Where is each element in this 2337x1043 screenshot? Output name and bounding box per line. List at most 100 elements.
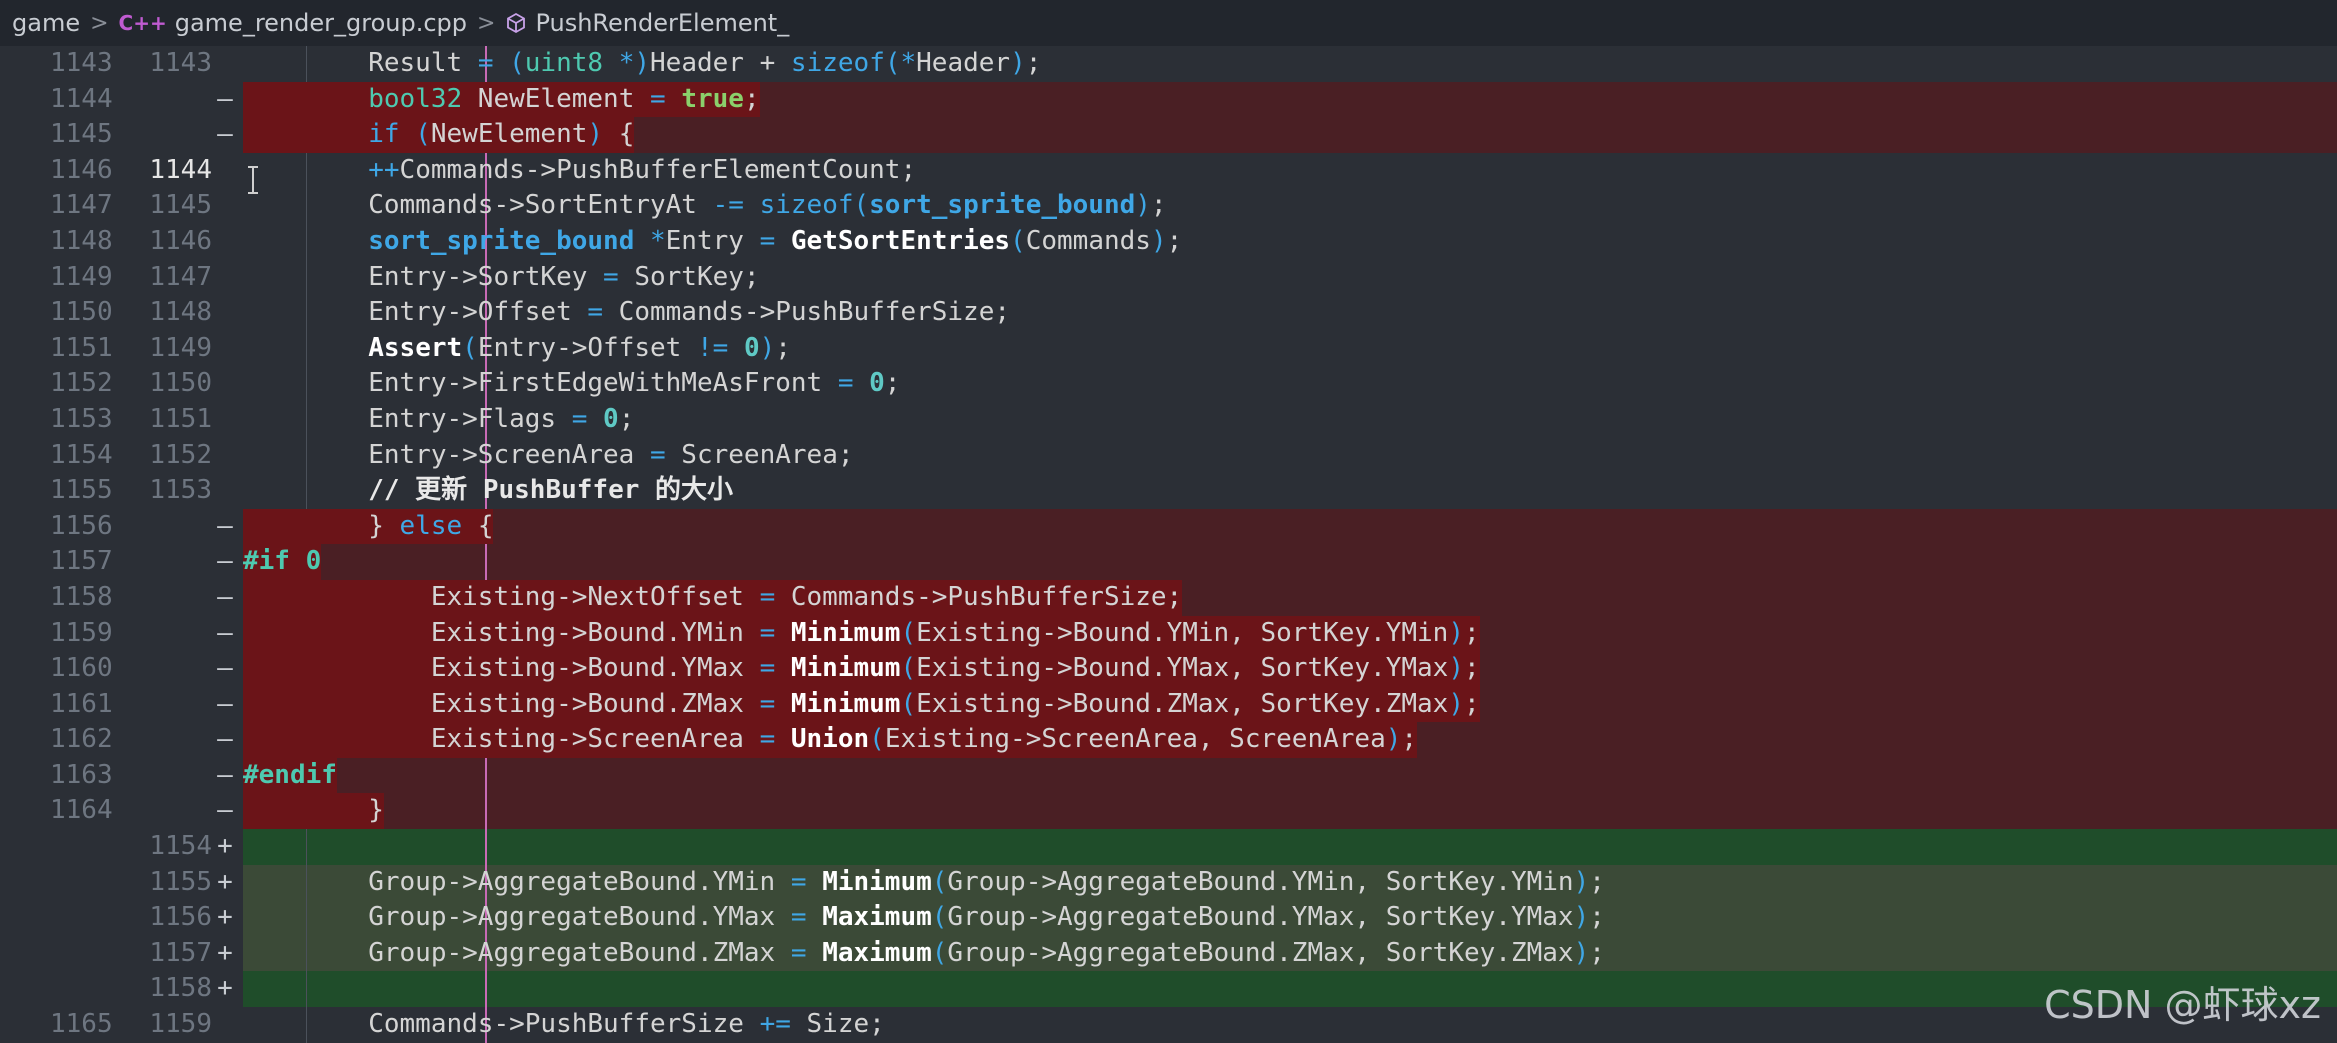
- diff-line[interactable]: 1152 1150 Entry->FirstEdgeWithMeAsFront =…: [0, 366, 2337, 402]
- code-area[interactable]: Existing->Bound.YMin = Minimum(Existing-…: [243, 615, 2337, 652]
- code-area[interactable]: // 更新 PushBuffer 的大小: [243, 473, 2337, 509]
- code-text: Existing->NextOffset = Commands->PushBuf…: [243, 579, 1183, 616]
- diff-line[interactable]: 1154 1152 Entry->ScreenArea = ScreenArea;: [0, 437, 2337, 474]
- modified-line-number: [130, 544, 212, 580]
- code-area[interactable]: Group->AggregateBound.YMax = Maximum(Gro…: [243, 900, 2337, 936]
- modified-line-number: 1146: [149, 225, 212, 256]
- code-text: Result = (uint8 *)Header + sizeof(*Heade…: [243, 48, 1042, 78]
- diff-line[interactable]: 1153 1151 Entry->Flags = 0;: [0, 401, 2337, 438]
- code-area[interactable]: if (NewElement) {: [243, 117, 2337, 153]
- code-area[interactable]: Existing->NextOffset = Commands->PushBuf…: [243, 579, 2337, 616]
- code-area[interactable]: Group->AggregateBound.ZMax = Maximum(Gro…: [243, 935, 2337, 972]
- code-area[interactable]: Existing->Bound.ZMax = Minimum(Existing-…: [243, 686, 2337, 723]
- diff-line[interactable]: 1144 — bool32 NewElement = true;: [0, 81, 2337, 118]
- code-area[interactable]: [243, 971, 2337, 1008]
- diff-line[interactable]: 1159 — Existing->Bound.YMin = Minimum(Exi…: [0, 615, 2337, 652]
- diff-line[interactable]: 1150 1148 Entry->Offset = Commands->PushB…: [0, 295, 2337, 331]
- diff-line[interactable]: 1157 — #if 0: [0, 544, 2337, 580]
- modified-line-number: [130, 758, 212, 794]
- breadcrumb-symbol[interactable]: PushRenderElement_: [535, 9, 789, 37]
- diff-line[interactable]: 1156 + Group->AggregateBound.YMax = Maxim…: [0, 900, 2337, 936]
- change-bar: [485, 544, 487, 580]
- original-line-number: 1161: [50, 688, 113, 719]
- diff-line[interactable]: 1155 + Group->AggregateBound.YMin = Minim…: [0, 864, 2337, 901]
- diff-line[interactable]: 1161 — Existing->Bound.ZMax = Minimum(Exi…: [0, 686, 2337, 723]
- code-area[interactable]: Existing->Bound.YMax = Minimum(Existing-…: [243, 651, 2337, 687]
- removed-marker: —: [217, 83, 233, 114]
- original-line-number: 1152: [50, 368, 113, 399]
- diff-line[interactable]: 1158 — Existing->NextOffset = Commands->P…: [0, 579, 2337, 616]
- code-area[interactable]: Entry->Flags = 0;: [243, 401, 2337, 438]
- diff-line[interactable]: 1147 1145 Commands->SortEntryAt -= sizeof…: [0, 188, 2337, 224]
- code-area[interactable]: bool32 NewElement = true;: [243, 81, 2337, 118]
- code-text: Entry->Flags = 0;: [243, 403, 635, 434]
- diff-line[interactable]: 1160 — Existing->Bound.YMax = Minimum(Exi…: [0, 651, 2337, 687]
- gutter: [0, 117, 50, 153]
- code-area[interactable]: Entry->Offset = Commands->PushBufferSize…: [243, 295, 2337, 331]
- code-area[interactable]: Commands->PushBufferSize += Size;: [243, 1007, 2337, 1043]
- gutter: [0, 829, 50, 865]
- code-area[interactable]: Existing->ScreenArea = Union(Existing->S…: [243, 722, 2337, 758]
- code-text: #if 0: [243, 544, 322, 580]
- diff-line[interactable]: 1165 1159 Commands->PushBufferSize += Siz…: [0, 1007, 2337, 1043]
- original-line-number: 1158: [50, 581, 113, 612]
- diff-line[interactable]: 1145 — if (NewElement) {: [0, 117, 2337, 153]
- gutter: [0, 793, 50, 830]
- code-area[interactable]: Assert(Entry->Offset != 0);: [243, 330, 2337, 367]
- code-area[interactable]: } else {: [243, 508, 2337, 545]
- original-line-number: 1150: [50, 297, 113, 328]
- code-area[interactable]: ++Commands->PushBufferElementCount;: [243, 152, 2337, 189]
- diff-line[interactable]: 1154 +: [0, 829, 2337, 865]
- diff-editor[interactable]: 1143 1143 Result = (uint8 *)Header + size…: [0, 46, 2337, 1043]
- diff-line[interactable]: 1164 — }: [0, 793, 2337, 830]
- diff-line[interactable]: 1163 — #endif: [0, 757, 2337, 794]
- diff-line[interactable]: 1143 1143 Result = (uint8 *)Header + size…: [0, 46, 2337, 82]
- diff-line[interactable]: 1162 — Existing->ScreenArea = Union(Exist…: [0, 722, 2337, 758]
- gutter: [0, 651, 50, 687]
- code-area[interactable]: [243, 829, 2337, 865]
- cpp-file-icon: C++: [118, 11, 167, 35]
- original-line-number: 1154: [50, 439, 113, 470]
- code-area[interactable]: #if 0: [243, 544, 2337, 580]
- symbol-method-icon: [505, 12, 527, 34]
- breadcrumb-folder[interactable]: game: [12, 9, 80, 37]
- code-area[interactable]: Result = (uint8 *)Header + sizeof(*Heade…: [243, 46, 2337, 82]
- code-area[interactable]: Entry->SortKey = SortKey;: [243, 259, 2337, 296]
- diff-line[interactable]: 1158 +: [0, 971, 2337, 1008]
- modified-line-number: [130, 651, 212, 687]
- original-line-number: [50, 971, 112, 1007]
- code-text: ++Commands->PushBufferElementCount;: [368, 154, 917, 185]
- code-text: Entry->FirstEdgeWithMeAsFront = 0;: [243, 368, 901, 399]
- code-area[interactable]: }: [243, 793, 2337, 830]
- code-area[interactable]: #endif: [243, 757, 2337, 794]
- code-text: Existing->Bound.YMax = Minimum(Existing-…: [243, 651, 1480, 687]
- code-area[interactable]: Commands->SortEntryAt -= sizeof(sort_spr…: [243, 188, 2337, 224]
- modified-line-number: 1151: [149, 403, 212, 434]
- original-line-number: 1147: [50, 190, 113, 221]
- removed-marker: —: [217, 688, 233, 719]
- watermark: CSDN @虾球xz: [2044, 983, 2321, 1027]
- added-marker: +: [217, 831, 233, 862]
- gutter: [0, 259, 50, 296]
- original-line-number: 1143: [50, 48, 113, 78]
- breadcrumb-file[interactable]: game_render_group.cpp: [175, 9, 467, 37]
- code-area[interactable]: sort_sprite_bound *Entry = GetSortEntrie…: [243, 223, 2337, 260]
- diff-line[interactable]: 1151 1149 Assert(Entry->Offset != 0);: [0, 330, 2337, 367]
- added-marker: +: [217, 973, 233, 1004]
- diff-line[interactable]: 1146 1144 ++Commands->PushBufferElementCo…: [0, 152, 2337, 189]
- original-line-number: 1149: [50, 261, 113, 292]
- code-area[interactable]: Entry->FirstEdgeWithMeAsFront = 0;: [243, 366, 2337, 402]
- original-line-number: 1151: [50, 332, 113, 363]
- original-line-number: 1146: [50, 154, 113, 185]
- original-line-number: 1153: [50, 403, 113, 434]
- diff-line[interactable]: 1157 + Group->AggregateBound.ZMax = Maxim…: [0, 935, 2337, 972]
- diff-line[interactable]: 1156 — } else {: [0, 508, 2337, 545]
- code-area[interactable]: Entry->ScreenArea = ScreenArea;: [243, 437, 2337, 474]
- diff-line[interactable]: 1149 1147 Entry->SortKey = SortKey;: [0, 259, 2337, 296]
- removed-marker: —: [217, 617, 233, 648]
- diff-line[interactable]: 1155 1153 // 更新 PushBuffer 的大小: [0, 473, 2337, 509]
- code-area[interactable]: Group->AggregateBound.YMin = Minimum(Gro…: [243, 864, 2337, 901]
- original-line-number: 1145: [50, 119, 113, 150]
- diff-line[interactable]: 1148 1146 sort_sprite_bound *Entry = GetS…: [0, 223, 2337, 260]
- original-line-number: [50, 829, 112, 865]
